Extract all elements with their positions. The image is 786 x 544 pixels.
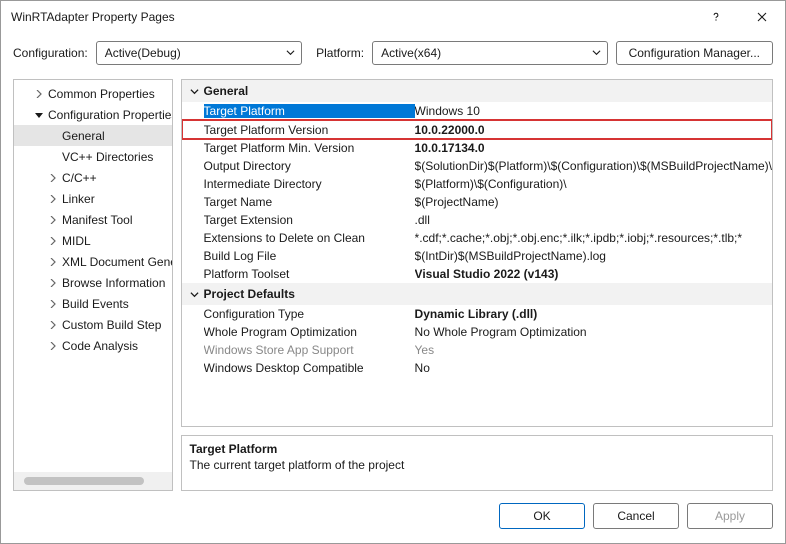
help-icon <box>710 11 722 23</box>
property-pages-window: WinRTAdapter Property Pages Configuratio… <box>0 0 786 544</box>
tree-node-xml-doc-generator[interactable]: XML Document Generator <box>14 251 173 272</box>
property-row-target-platform-min-version[interactable]: Target Platform Min. Version 10.0.17134.… <box>182 139 772 157</box>
tree-node-common-properties[interactable]: Common Properties <box>14 83 173 104</box>
expand-collapsed-icon <box>46 237 60 245</box>
window-title: WinRTAdapter Property Pages <box>11 10 693 24</box>
description-title: Target Platform <box>190 442 764 456</box>
apply-button[interactable]: Apply <box>687 503 773 529</box>
chevron-down-icon <box>186 290 204 299</box>
tree-node-vc-directories[interactable]: VC++ Directories <box>14 146 173 167</box>
tree-node-code-analysis[interactable]: Code Analysis <box>14 335 173 356</box>
expand-collapsed-icon <box>46 300 60 308</box>
tree-node-browse-information[interactable]: Browse Information <box>14 272 173 293</box>
property-row-platform-toolset[interactable]: Platform Toolset Visual Studio 2022 (v14… <box>182 265 772 283</box>
tree-node-custom-build-step[interactable]: Custom Build Step <box>14 314 173 335</box>
ok-button[interactable]: OK <box>499 503 585 529</box>
configuration-value: Active(Debug) <box>105 46 181 60</box>
property-row-windows-store-app-support[interactable]: Windows Store App Support Yes <box>182 341 772 359</box>
property-row-configuration-type[interactable]: Configuration Type Dynamic Library (.dll… <box>182 305 772 323</box>
platform-label: Platform: <box>316 46 364 60</box>
property-row-target-platform[interactable]: Target Platform Windows 10 <box>182 102 772 120</box>
dialog-footer: OK Cancel Apply <box>1 499 785 543</box>
configuration-manager-button[interactable]: Configuration Manager... <box>616 41 773 65</box>
scrollbar-thumb[interactable] <box>24 477 144 485</box>
content-area: Common Properties Configuration Properti… <box>1 79 785 499</box>
property-grid[interactable]: General Target Platform Windows 10 Targe… <box>181 79 773 427</box>
expand-expanded-icon <box>32 111 46 119</box>
description-text: The current target platform of the proje… <box>190 458 764 472</box>
property-row-extensions-delete[interactable]: Extensions to Delete on Clean *.cdf;*.ca… <box>182 229 772 247</box>
expand-collapsed-icon <box>46 342 60 350</box>
expand-collapsed-icon <box>46 279 60 287</box>
platform-value: Active(x64) <box>381 46 441 60</box>
chevron-down-icon <box>592 46 601 60</box>
cancel-button[interactable]: Cancel <box>593 503 679 529</box>
tree-node-manifest-tool[interactable]: Manifest Tool <box>14 209 173 230</box>
horizontal-scrollbar[interactable] <box>14 472 172 490</box>
tree-node-general[interactable]: General <box>14 125 173 146</box>
expand-collapsed-icon <box>46 195 60 203</box>
help-button[interactable] <box>693 1 739 33</box>
description-panel: Target Platform The current target platf… <box>181 435 773 491</box>
property-row-target-name[interactable]: Target Name $(ProjectName) <box>182 193 772 211</box>
property-row-whole-program-optimization[interactable]: Whole Program Optimization No Whole Prog… <box>182 323 772 341</box>
property-row-windows-desktop-compatible[interactable]: Windows Desktop Compatible No <box>182 359 772 377</box>
close-button[interactable] <box>739 1 785 33</box>
expand-collapsed-icon <box>46 216 60 224</box>
tree-node-configuration-properties[interactable]: Configuration Properties <box>14 104 173 125</box>
property-row-target-platform-version[interactable]: Target Platform Version 10.0.22000.0 <box>182 120 772 139</box>
close-icon <box>757 12 767 22</box>
group-header-general[interactable]: General <box>182 80 772 102</box>
configuration-label: Configuration: <box>13 46 88 60</box>
property-row-build-log-file[interactable]: Build Log File $(IntDir)$(MSBuildProject… <box>182 247 772 265</box>
tree-node-c-cpp[interactable]: C/C++ <box>14 167 173 188</box>
topbar: Configuration: Active(Debug) Platform: A… <box>1 33 785 79</box>
expand-collapsed-icon <box>46 321 60 329</box>
tree-node-linker[interactable]: Linker <box>14 188 173 209</box>
property-main: General Target Platform Windows 10 Targe… <box>181 79 773 491</box>
chevron-down-icon <box>186 87 204 96</box>
tree-node-build-events[interactable]: Build Events <box>14 293 173 314</box>
property-row-intermediate-directory[interactable]: Intermediate Directory $(Platform)\$(Con… <box>182 175 772 193</box>
titlebar: WinRTAdapter Property Pages <box>1 1 785 33</box>
navigation-tree[interactable]: Common Properties Configuration Properti… <box>13 79 173 491</box>
tree-node-midl[interactable]: MIDL <box>14 230 173 251</box>
group-header-project-defaults[interactable]: Project Defaults <box>182 283 772 305</box>
property-row-output-directory[interactable]: Output Directory $(SolutionDir)$(Platfor… <box>182 157 772 175</box>
property-row-target-extension[interactable]: Target Extension .dll <box>182 211 772 229</box>
platform-dropdown[interactable]: Active(x64) <box>372 41 607 65</box>
chevron-down-icon <box>286 46 295 60</box>
expand-collapsed-icon <box>32 90 46 98</box>
expand-collapsed-icon <box>46 258 60 266</box>
expand-collapsed-icon <box>46 174 60 182</box>
configuration-dropdown[interactable]: Active(Debug) <box>96 41 302 65</box>
